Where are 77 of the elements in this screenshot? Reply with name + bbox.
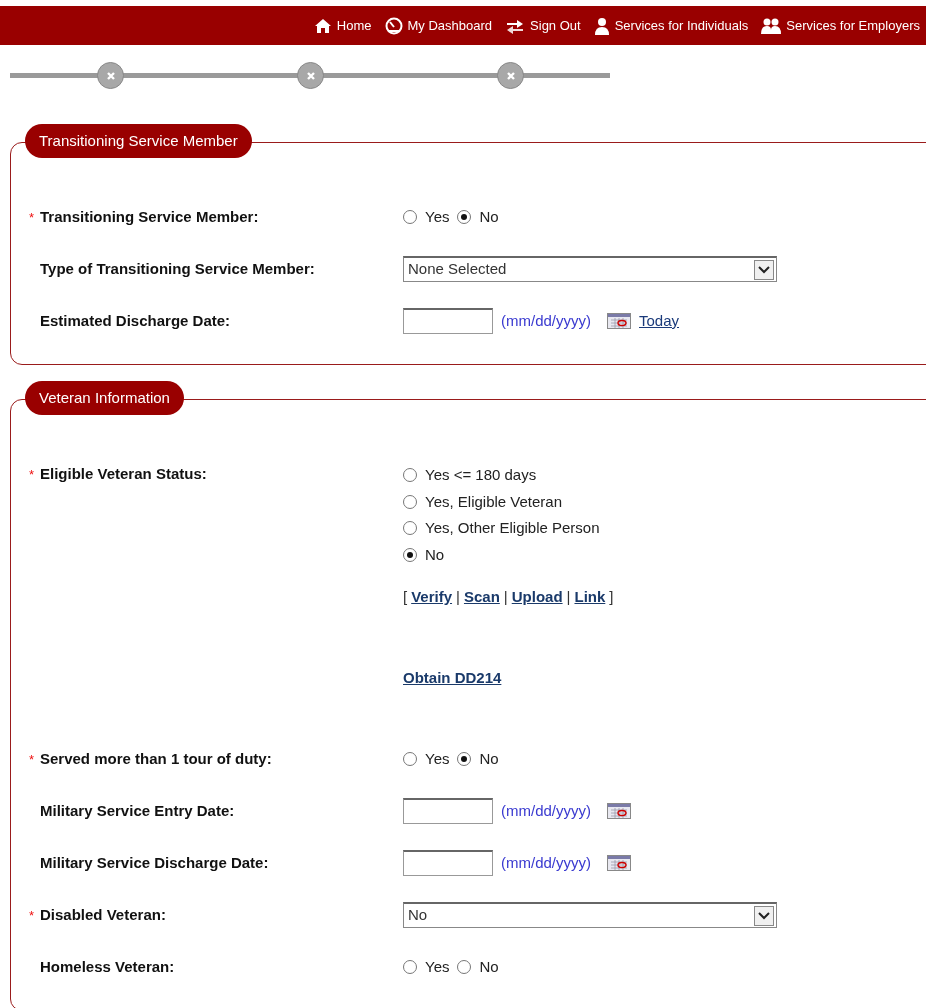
field-label: Transitioning Service Member: — [40, 206, 259, 227]
option-label: Yes, Eligible Veteran — [425, 491, 563, 512]
radio-button[interactable] — [403, 752, 417, 766]
calendar-icon[interactable] — [607, 313, 631, 329]
obtain-link[interactable]: Obtain DD214 — [403, 669, 502, 686]
close-icon — [505, 70, 516, 81]
separator: | — [503, 587, 508, 607]
dropdown-value: None Selected — [408, 259, 507, 280]
required-marker: * — [29, 752, 36, 766]
nav-link[interactable]: Sign Out — [505, 15, 581, 36]
field-label: Served more than 1 tour of duty: — [40, 748, 272, 769]
radio-button[interactable] — [403, 521, 417, 536]
nav-link[interactable]: Services for Individuals — [593, 15, 749, 36]
option-label: Yes <= 180 days — [425, 465, 537, 485]
option-label: No — [479, 206, 499, 227]
radio-button[interactable] — [403, 494, 417, 509]
radio-button[interactable] — [457, 210, 472, 224]
field-label: Disabled Veteran: — [40, 904, 166, 925]
nav-link[interactable]: Home — [313, 15, 372, 36]
radio-button[interactable] — [403, 468, 417, 483]
step-marker[interactable] — [97, 62, 124, 89]
field-label: Eligible Veteran Status: — [40, 463, 207, 484]
field-label: Military Service Entry Date: — [40, 800, 235, 821]
dropdown[interactable]: None Selected — [403, 256, 777, 282]
option-label: No — [479, 748, 499, 769]
person-icon — [593, 16, 610, 35]
close-icon — [305, 70, 316, 81]
option-label: Yes — [425, 956, 450, 977]
radio-button[interactable] — [457, 752, 472, 766]
date-format-hint: (mm/dd/yyyy) — [501, 800, 591, 821]
dropdown[interactable]: No — [403, 902, 777, 928]
calendar-icon[interactable] — [607, 803, 631, 819]
home-icon — [313, 17, 332, 34]
section-title: Transitioning Service Member — [25, 124, 252, 158]
required-marker: * — [29, 908, 36, 922]
field-label: Estimated Discharge Date: — [40, 310, 231, 331]
radio-button[interactable] — [403, 547, 417, 562]
bracket: [ — [403, 587, 408, 607]
document-link[interactable]: Upload — [511, 586, 563, 609]
date-field[interactable] — [403, 798, 493, 824]
separator: | — [456, 587, 460, 607]
document-link[interactable]: Link — [574, 586, 606, 609]
step-marker[interactable] — [497, 62, 524, 89]
dropdown-value: No — [408, 905, 428, 926]
radio-button[interactable] — [403, 210, 417, 224]
date-format-hint: (mm/dd/yyyy) — [501, 310, 591, 331]
radio-button[interactable] — [403, 960, 417, 974]
option-label: No — [425, 544, 445, 565]
gauge-icon — [384, 16, 403, 35]
field-label: Military Service Discharge Date: — [40, 852, 269, 873]
today-link[interactable]: Today — [639, 309, 680, 333]
bracket: ] — [609, 587, 614, 607]
separator: | — [566, 587, 571, 607]
field-label: Type of Transitioning Service Member: — [40, 258, 315, 279]
nav-link[interactable]: Services for Employers — [761, 15, 920, 36]
document-link[interactable]: Scan — [463, 586, 500, 609]
option-label: No — [479, 956, 499, 977]
calendar-icon[interactable] — [607, 855, 631, 871]
field-label: Homeless Veteran: — [40, 956, 175, 977]
caret-icon[interactable] — [754, 905, 774, 926]
nav-link[interactable]: My Dashboard — [384, 15, 493, 36]
date-format-hint: (mm/dd/yyyy) — [501, 852, 591, 873]
radio-button[interactable] — [457, 960, 472, 974]
required-marker: * — [29, 210, 36, 224]
required-marker: * — [29, 467, 36, 481]
document-link[interactable]: Verify — [411, 586, 453, 609]
close-icon — [105, 70, 116, 81]
option-label: Yes — [425, 206, 450, 227]
option-label: Yes — [425, 748, 450, 769]
step-marker[interactable] — [297, 62, 324, 89]
caret-icon[interactable] — [754, 259, 774, 280]
date-field[interactable] — [403, 308, 493, 334]
people-icon — [761, 16, 782, 35]
option-label: Yes, Other Eligible Person — [425, 518, 600, 538]
section-title: Veteran Information — [25, 381, 184, 415]
date-field[interactable] — [403, 850, 493, 876]
arrows-icon — [505, 17, 526, 34]
